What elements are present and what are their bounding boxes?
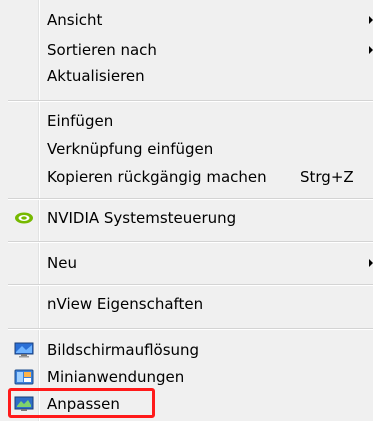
menu-item-label: Aktualisieren (47, 67, 145, 85)
menu-item-label: nView Eigenschaften (47, 295, 204, 313)
menu-item-einfuegen[interactable]: Einfügen (0, 109, 373, 133)
display-resolution-icon (14, 342, 34, 358)
menu-item-ansicht[interactable]: Ansicht (0, 8, 373, 32)
menu-item-label: Minianwendungen (47, 368, 185, 386)
menu-item-label: NVIDIA Systemsteuerung (47, 209, 237, 227)
desktop-context-menu: Ansicht Sortieren nach Aktualisieren Ein… (0, 0, 373, 421)
menu-separator (8, 100, 373, 102)
submenu-arrow-icon (369, 46, 373, 54)
menu-item-neu[interactable]: Neu (0, 251, 373, 275)
menu-item-label: Ansicht (47, 11, 103, 29)
menu-item-verknuepfung-einfuegen[interactable]: Verknüpfung einfügen (0, 137, 373, 161)
submenu-arrow-icon (369, 259, 373, 267)
menu-separator (8, 284, 373, 286)
menu-item-shortcut: Strg+Z (300, 168, 354, 186)
menu-item-sortieren-nach[interactable]: Sortieren nach (0, 38, 373, 62)
menu-item-aktualisieren[interactable]: Aktualisieren (0, 64, 373, 88)
menu-separator (8, 328, 373, 330)
gadgets-icon (14, 369, 34, 385)
submenu-arrow-icon (369, 16, 373, 24)
menu-item-kopieren-rueckgaengig[interactable]: Kopieren rückgängig machen Strg+Z (0, 165, 373, 189)
menu-item-label: Einfügen (47, 112, 114, 130)
nvidia-icon (15, 212, 33, 224)
menu-separator (8, 241, 373, 243)
menu-item-nvidia-systemsteuerung[interactable]: NVIDIA Systemsteuerung (0, 206, 373, 230)
menu-item-bildschirmaufloesung[interactable]: Bildschirmauflösung (0, 338, 373, 362)
menu-separator (8, 198, 373, 200)
menu-item-minianwendungen[interactable]: Minianwendungen (0, 365, 373, 389)
menu-item-label: Bildschirmauflösung (47, 341, 200, 359)
menu-item-label: Kopieren rückgängig machen (47, 168, 267, 186)
menu-item-nview-eigenschaften[interactable]: nView Eigenschaften (0, 292, 373, 316)
menu-item-label: Sortieren nach (47, 41, 157, 59)
highlight-annotation-box (8, 388, 155, 418)
menu-item-label: Neu (47, 254, 77, 272)
menu-item-label: Verknüpfung einfügen (47, 140, 214, 158)
